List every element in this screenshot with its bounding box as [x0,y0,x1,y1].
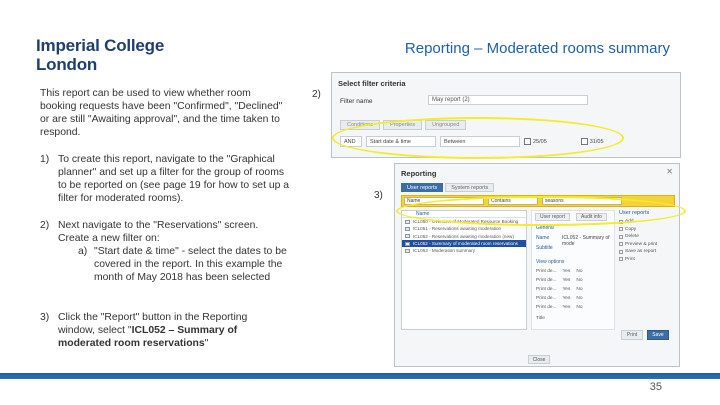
user-reports-actions: User reports Add Copy Delete Preview & p… [619,210,675,330]
action-item[interactable]: Copy [619,226,675,234]
step-2a-number: a) [78,246,88,257]
option-yes: Yes [562,278,571,283]
marker-2: 2) [312,89,321,100]
option-no: No [576,278,583,283]
option-no: No [576,287,583,292]
report-icon [405,241,410,246]
option-label: Print de... [536,269,557,274]
report-icon [405,234,410,239]
action-item[interactable]: Save as report [619,248,675,256]
step-1: 1) To create this report, navigate to th… [40,153,295,205]
step-1-number: 1) [40,154,50,165]
reporting-window-screenshot: Reporting ✕ User reports System reports … [394,163,680,367]
step-2a-text: "Start date & time" - select the dates t… [94,246,287,283]
filter-criteria-title: Select filter criteria [338,79,406,88]
option-yes: Yes [562,305,571,310]
action-label: Delete [625,234,639,240]
action-label: Copy [625,226,637,232]
logo-line-2: London [36,55,98,74]
view-options-label: View options [536,259,565,265]
action-label: Print [625,256,635,262]
report-list: Name ICL050 - Overview of Moderated Reso… [401,210,527,330]
option-yes: Yes [562,287,571,292]
step-3-suffix: " [204,338,209,349]
footer-bar [0,373,720,379]
action-label: Preview & print [625,241,658,247]
list-item[interactable]: ICL052 - Reservations awaiting moderatio… [402,233,526,240]
imperial-college-logo: Imperial College London [36,36,164,74]
report-details-panel: User report Audit info General Name ICL0… [531,210,615,330]
page-number: 35 [649,381,662,393]
step-3: 3) Click the "Report" button in the Repo… [40,311,272,350]
list-item[interactable]: ICL051 - Reservations awaiting moderatio… [402,225,526,232]
option-label: Print de... [536,278,557,283]
option-row[interactable]: Title [536,316,545,321]
report-icon [405,219,410,224]
action-item[interactable]: Print [619,256,675,264]
action-icon [619,242,623,247]
step-3-text: Click the "Report" button in the Reporti… [58,311,272,350]
list-item-label: ICL052 - Summary of moderated room reser… [413,241,518,247]
action-icon [619,249,623,254]
reporting-title: Reporting [401,169,437,178]
print-button[interactable]: Print [621,330,643,340]
tab-user-reports[interactable]: User reports [401,183,444,192]
step-2-text: Next navigate to the "Reservations" scre… [58,220,259,244]
action-label: Save as report [625,249,657,255]
option-yes: Yes [562,296,571,301]
tab-system-reports[interactable]: System reports [445,183,495,192]
close-icon[interactable]: ✕ [666,167,673,176]
option-yes: Yes [562,269,571,274]
action-icon [619,257,623,262]
list-item[interactable]: ICL053 - Moderation summary [402,247,526,254]
list-item-label: ICL051 - Reservations awaiting moderatio… [413,226,502,232]
step-2: 2) Next navigate to the "Reservations" s… [40,219,290,284]
marker-3: 3) [374,190,383,201]
option-row[interactable]: Print de... Yes No [536,287,583,292]
name-link[interactable]: Name [536,235,549,241]
option-label: Title [536,316,545,321]
close-button[interactable]: Close [528,355,550,364]
option-row[interactable]: Print de... Yes No [536,296,583,301]
step-3-number: 3) [40,312,50,323]
action-icon [619,234,623,239]
logo-line-1: Imperial College [36,36,165,55]
filter-name-input[interactable]: May report (2) [428,95,588,105]
report-icon [405,248,410,253]
option-label: Print de... [536,305,557,310]
subtitle-link[interactable]: Subtitle [536,245,553,251]
action-icon [619,227,623,232]
option-row[interactable]: Print de... Yes No [536,269,583,274]
option-row[interactable]: Print de... Yes No [536,278,583,283]
option-no: No [576,269,583,274]
option-label: Print de... [536,287,557,292]
highlight-ellipse-2 [396,196,686,226]
intro-text: This report can be used to view whether … [40,88,283,138]
name-value: ICL052 - Summary of mode [562,235,610,247]
save-button[interactable]: Save [647,330,669,340]
list-item-label: ICL053 - Moderation summary [413,248,476,254]
list-item-selected[interactable]: ICL052 - Summary of moderated room reser… [402,239,526,248]
option-no: No [576,296,583,301]
reporting-tabs: User reports System reports [401,183,495,192]
action-item[interactable]: Delete [619,233,675,241]
option-row[interactable]: Print de... Yes No [536,305,583,310]
filter-name-label: Filter name [340,98,373,105]
option-no: No [576,305,583,310]
action-item[interactable]: Preview & print [619,241,675,249]
slide-title: Reporting – Moderated rooms summary [404,40,670,57]
list-item-label: ICL052 - Reservations awaiting moderatio… [413,233,514,239]
highlight-ellipse-1 [332,117,624,159]
step-2-sub: a) "Start date & time" - select the date… [78,245,290,284]
option-label: Print de... [536,296,557,301]
report-icon [405,226,410,231]
step-2-number: 2) [40,220,50,231]
step-1-text: To create this report, navigate to the "… [58,154,290,204]
